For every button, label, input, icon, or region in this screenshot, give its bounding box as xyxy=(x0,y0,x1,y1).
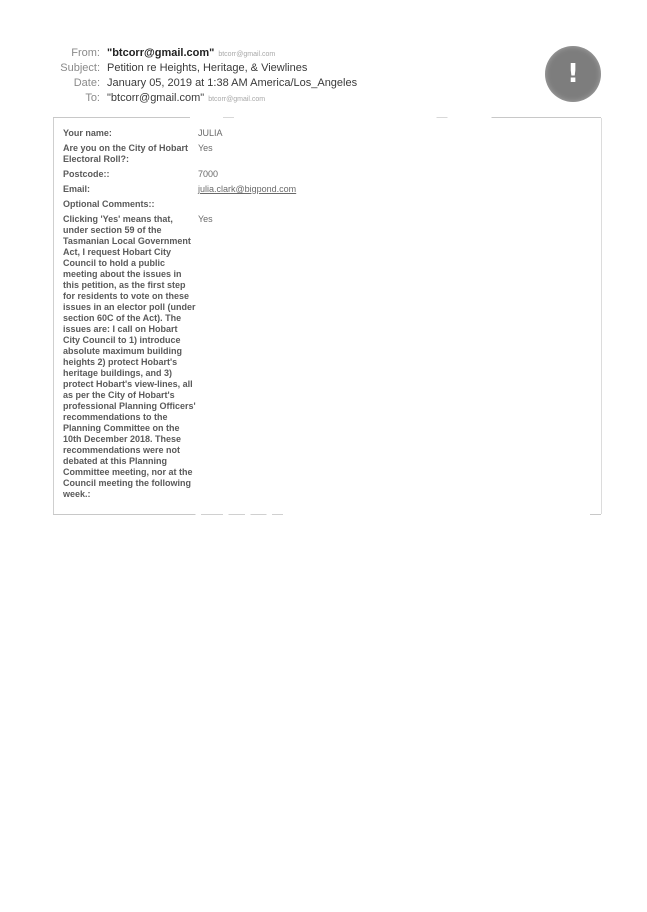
date-value: January 05, 2019 at 1:38 AM America/Los_… xyxy=(107,77,358,89)
date-label: Date: xyxy=(73,77,100,89)
to-row: To: "btcorr@gmail.com" btcorr@gmail.com xyxy=(50,91,390,106)
to-address[interactable]: btcorr@gmail.com xyxy=(208,92,265,107)
field-label: Postcode:: xyxy=(63,169,110,179)
form-row-petition-consent: Clicking 'Yes' means that, under section… xyxy=(63,214,583,500)
subject-value: Petition re Heights, Heritage, & Viewlin… xyxy=(107,62,308,74)
form-row-name: Your name: JULIA xyxy=(63,128,583,139)
to-label: To: xyxy=(85,92,100,104)
field-value: JULIA xyxy=(198,128,223,138)
form-submission-table: Your name: JULIA Are you on the City of … xyxy=(63,128,583,504)
field-label: Your name: xyxy=(63,128,112,138)
date-row: Date: January 05, 2019 at 1:38 AM Americ… xyxy=(50,76,390,91)
field-label: Email: xyxy=(63,184,91,194)
from-address[interactable]: btcorr@gmail.com xyxy=(218,47,275,62)
alert-badge: ! xyxy=(545,46,601,102)
exclamation-icon: ! xyxy=(567,59,579,89)
from-row: From: "btcorr@gmail.com" btcorr@gmail.co… xyxy=(50,46,390,61)
form-row-postcode: Postcode:: 7000 xyxy=(63,169,583,180)
to-name: "btcorr@gmail.com" xyxy=(107,92,205,104)
field-label: Clicking 'Yes' means that, under section… xyxy=(63,214,196,499)
form-row-electoral-roll: Are you on the City of Hobart Electoral … xyxy=(63,143,583,165)
form-row-optional-comments: Optional Comments:: xyxy=(63,199,583,210)
bottom-divider xyxy=(53,514,601,515)
from-name: "btcorr@gmail.com" xyxy=(107,47,215,59)
form-row-email: Email: julia.clark@bigpond.com xyxy=(63,184,583,195)
subject-label: Subject: xyxy=(60,62,100,74)
from-label: From: xyxy=(71,47,100,59)
field-value: Yes xyxy=(198,143,213,153)
subject-row: Subject: Petition re Heights, Heritage, … xyxy=(50,61,390,76)
field-label: Optional Comments:: xyxy=(63,199,155,209)
email-link[interactable]: julia.clark@bigpond.com xyxy=(198,184,296,195)
field-value: Yes xyxy=(198,214,213,224)
field-value: 7000 xyxy=(198,169,219,179)
field-label: Are you on the City of Hobart Electoral … xyxy=(63,143,189,164)
email-header: From: "btcorr@gmail.com" btcorr@gmail.co… xyxy=(50,46,390,106)
